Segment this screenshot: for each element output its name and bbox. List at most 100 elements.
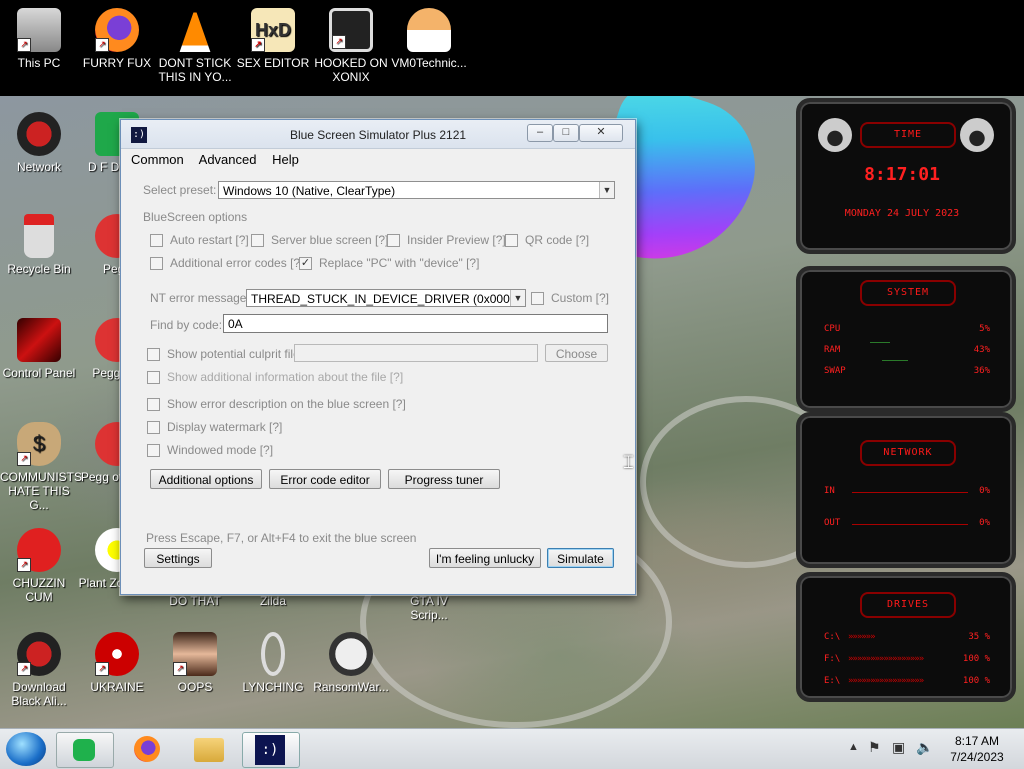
desktop-icon-do-that[interactable]: DO THAT [156, 594, 234, 608]
out-value: 0% [979, 518, 990, 528]
desktop-icon-label: Recycle Bin [7, 262, 71, 276]
checkbox-box [150, 256, 163, 270]
flag-icon[interactable]: ⚑ [868, 739, 881, 756]
in-value: 0% [979, 486, 990, 496]
swap-value: 36% [973, 366, 990, 376]
menu-advanced[interactable]: Advanced [199, 152, 257, 167]
out-label: OUT [824, 518, 841, 528]
doctor-icon [407, 8, 451, 52]
server-blue-screen-label: Server blue screen [?] [271, 233, 389, 247]
find-by-code-input[interactable]: 0A [223, 314, 608, 333]
desktop-icon-network[interactable]: Network [0, 112, 78, 174]
desktop-icon-chuzzin[interactable]: ↗ CHUZZIN CUM [0, 528, 78, 604]
menu-bar: Common Advanced Help [121, 149, 635, 171]
feeling-unlucky-button[interactable]: I'm feeling unlucky [429, 548, 541, 568]
desktop-icon-hooked-on-xonix[interactable]: ↗ HOOKED ON XONIX [312, 8, 390, 84]
server-blue-screen-checkbox[interactable]: Server blue screen [?] [251, 233, 388, 247]
taskbar-green-app[interactable] [56, 732, 114, 768]
menu-common[interactable]: Common [131, 152, 184, 167]
checkbox-box [150, 233, 163, 247]
auto-restart-checkbox[interactable]: Auto restart [?] [150, 233, 249, 247]
volume-icon[interactable]: 🔈 [916, 739, 933, 756]
desktop-icon-this-pc[interactable]: ↗ This PC [0, 8, 78, 70]
shortcut-arrow-icon: ↗ [95, 38, 109, 52]
show-additional-info-checkbox[interactable]: Show additional information about the fi… [147, 370, 403, 384]
desktop-icon-oops[interactable]: ↗ OOPS [156, 632, 234, 694]
auto-restart-label: Auto restart [?] [170, 233, 249, 247]
find-by-code-label: Find by code: [150, 318, 223, 332]
sad-face-app-icon: :) [255, 735, 285, 765]
drives-title: DRIVES [860, 592, 956, 618]
taskbar-explorer[interactable] [182, 732, 238, 766]
maximize-button[interactable]: □ [553, 124, 579, 142]
desktop-icon-lynching[interactable]: LYNCHING [234, 632, 312, 694]
desktop-icon-gta-iv[interactable]: GTA IV Scrip... [390, 594, 468, 622]
display-watermark-checkbox[interactable]: Display watermark [?] [147, 420, 282, 434]
desktop-icon-label: CHUZZIN CUM [12, 576, 66, 604]
show-culprit-checkbox[interactable]: Show potential culprit file [147, 347, 300, 361]
taskbar-bsod-simulator[interactable]: :) [242, 732, 300, 768]
desktop-icon-dont-stick[interactable]: DONT STICK THIS IN YO... [156, 8, 234, 84]
nt-error-select[interactable]: THREAD_STUCK_IN_DEVICE_DRIVER (0x000000E… [246, 289, 526, 307]
drive-f-label: F:\ [824, 654, 841, 664]
in-label: IN [824, 486, 835, 496]
settings-button[interactable]: Settings [144, 548, 212, 568]
chevron-down-icon: ▼ [599, 182, 614, 198]
desktop-icon-vm0technic[interactable]: VM0Technic... [390, 8, 468, 70]
checkbox-box [251, 233, 264, 247]
additional-error-codes-checkbox[interactable]: Additional error codes [?] [150, 256, 303, 270]
checkbox-box [531, 291, 544, 305]
show-error-desc-checkbox[interactable]: Show error description on the blue scree… [147, 397, 406, 411]
desktop-icon-label: Network [16, 160, 61, 174]
network-widget: NETWORK IN 0% OUT 0% [796, 412, 1016, 568]
desktop-icon-label: This PC [17, 56, 61, 70]
desktop-icon-ransomware[interactable]: RansomWar... [312, 632, 390, 694]
desktop-icon-sex-editor[interactable]: HxD ↗ SEX EDITOR [234, 8, 312, 70]
desktop-icon-communists[interactable]: $ ↗ COMMUNISTS HATE THIS G... [0, 422, 82, 512]
desktop-icon-control-panel[interactable]: Control Panel [0, 318, 78, 380]
taskbar-firefox[interactable] [120, 732, 176, 766]
drives-widget: DRIVES C:\ »»»»»» 35 % F:\ »»»»»»»»»»»»»… [796, 572, 1016, 702]
taskbar-clock[interactable]: 8:17 AM 7/24/2023 [940, 733, 1014, 765]
close-button[interactable]: ✕ [579, 124, 623, 142]
qr-code-checkbox[interactable]: QR code [?] [505, 233, 589, 247]
show-hidden-icons-icon[interactable]: ▲ [848, 741, 859, 753]
start-orb-icon[interactable] [6, 732, 46, 766]
checkbox-box [147, 347, 160, 361]
desktop-icon-label: Download Black Ali... [11, 680, 67, 708]
desktop-icon-ukraine[interactable]: ↗ UKRAINE [78, 632, 156, 694]
show-culprit-label: Show potential culprit file [167, 347, 300, 361]
desktop-icon-zilda[interactable]: Zilda [234, 594, 312, 608]
choose-button[interactable]: Choose [545, 344, 608, 362]
alien-icon: ↗ [17, 632, 61, 676]
insider-preview-checkbox[interactable]: Insider Preview [?] [387, 233, 506, 247]
additional-options-button[interactable]: Additional options [150, 469, 262, 489]
network-tray-icon[interactable]: ▣ [892, 739, 905, 756]
desktop-icon-recycle-bin[interactable]: Recycle Bin [0, 214, 78, 276]
custom-checkbox[interactable]: Custom [?] [531, 291, 609, 305]
progress-tuner-button[interactable]: Progress tuner [388, 469, 500, 489]
culprit-file-input[interactable] [294, 344, 538, 362]
ram-label: RAM [824, 345, 841, 355]
replace-pc-checkbox[interactable]: ✓ Replace "PC" with "device" [?] [299, 256, 479, 270]
desktop-icon-furry-fux[interactable]: ↗ FURRY FUX [78, 8, 156, 70]
desktop-icon-label: LYNCHING [242, 680, 304, 694]
drive-c-value: 35 % [968, 632, 990, 642]
preset-select-value: Windows 10 (Native, ClearType) [223, 184, 396, 198]
cpu-label: CPU [824, 324, 841, 334]
clock-date: MONDAY 24 JULY 2023 [844, 208, 960, 219]
preset-select[interactable]: Windows 10 (Native, ClearType) ▼ [218, 181, 615, 199]
menu-help[interactable]: Help [272, 152, 299, 167]
checkbox-box [387, 233, 400, 247]
minimize-button[interactable]: – [527, 124, 553, 142]
shortcut-arrow-icon: ↗ [17, 38, 31, 52]
drive-c-bar: »»»»»» [848, 632, 875, 642]
window-titlebar[interactable]: :) Blue Screen Simulator Plus 2121 – □ ✕ [121, 120, 635, 149]
windowed-mode-checkbox[interactable]: Windowed mode [?] [147, 443, 273, 457]
error-code-editor-button[interactable]: Error code editor [269, 469, 381, 489]
desktop-icon-download-black-alien[interactable]: ↗ Download Black Ali... [0, 632, 78, 708]
shortcut-arrow-icon: ↗ [173, 662, 187, 676]
simulate-button[interactable]: Simulate [547, 548, 614, 568]
select-preset-label: Select preset: [143, 183, 217, 197]
alien-network-icon [17, 112, 61, 156]
